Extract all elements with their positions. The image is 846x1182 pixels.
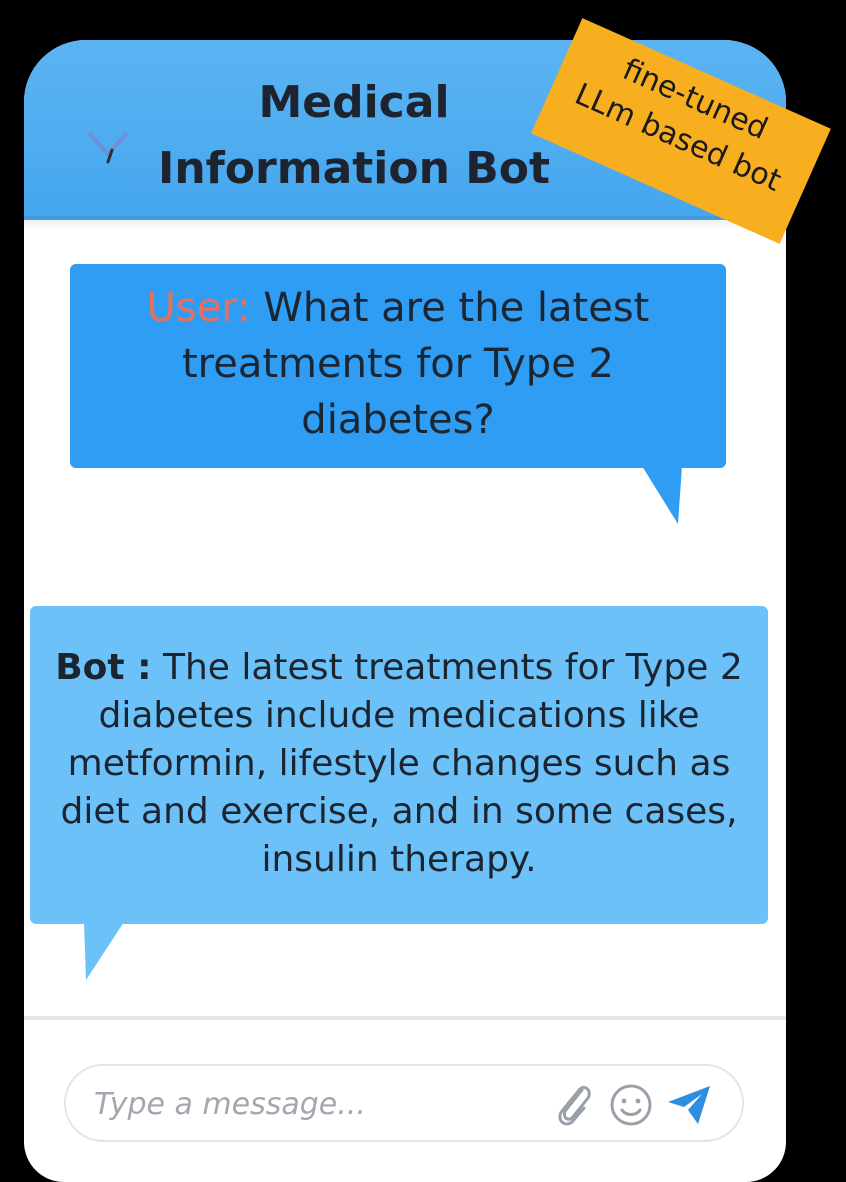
bot-message-bubble: Bot : The latest treatments for Type 2 d… <box>30 606 768 924</box>
paperclip-icon[interactable] <box>552 1076 596 1132</box>
message-input[interactable] <box>92 1080 516 1128</box>
send-icon[interactable] <box>664 1080 714 1128</box>
bot-speaker-label: Bot : <box>55 647 152 688</box>
user-bubble-tail <box>642 466 682 524</box>
chat-window: Medical Information Bot User: What are t… <box>24 40 786 1182</box>
chevron-down-icon[interactable] <box>86 128 132 168</box>
user-message-bubble: User: What are the latest treatments for… <box>70 264 726 468</box>
page-title: Medical Information Bot <box>157 77 551 194</box>
smiley-icon[interactable] <box>608 1082 654 1128</box>
bot-bubble-tail <box>84 922 124 980</box>
composer-divider <box>24 1016 786 1020</box>
message-composer <box>64 1064 744 1142</box>
user-speaker-label: User: <box>146 285 251 331</box>
bot-message-text: The latest treatments for Type 2 diabete… <box>60 647 743 880</box>
user-message-text: What are the latest treatments for Type … <box>182 285 650 443</box>
header-divider <box>24 216 786 230</box>
